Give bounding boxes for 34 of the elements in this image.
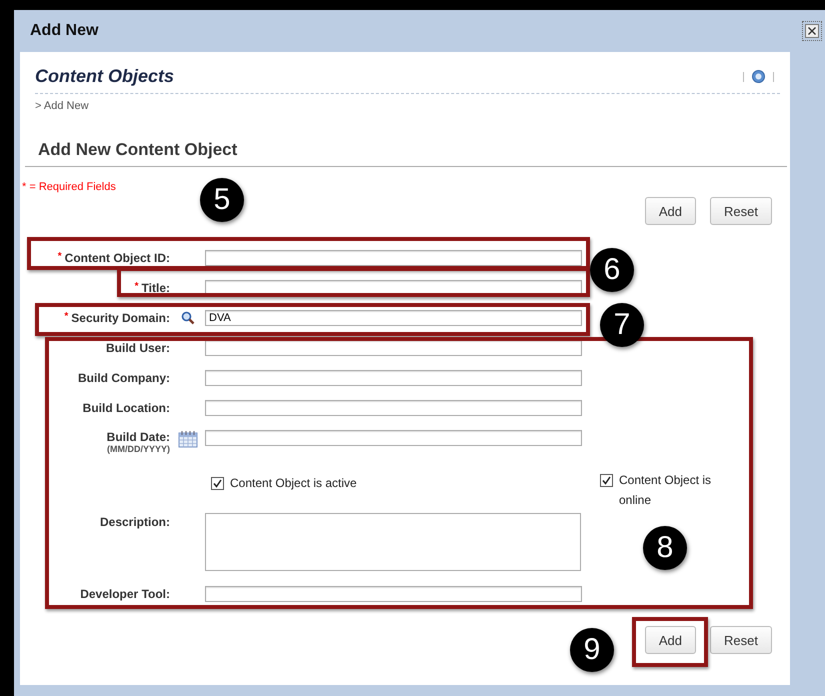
form-button[interactable]: Reset xyxy=(710,197,772,225)
form-button[interactable]: Reset xyxy=(710,626,772,654)
text-field[interactable] xyxy=(205,400,582,416)
field-label: Build Location: xyxy=(82,401,170,415)
text-field[interactable] xyxy=(205,340,582,356)
form-button[interactable]: Add xyxy=(644,626,696,654)
page-title: Content Objects xyxy=(35,66,174,87)
text-field[interactable] xyxy=(205,370,582,386)
section-heading: Add New Content Object xyxy=(25,140,787,167)
field-label: Description: xyxy=(100,515,170,529)
date-field[interactable] xyxy=(205,430,582,446)
close-icon[interactable] xyxy=(805,24,819,38)
form-button[interactable]: Add xyxy=(644,197,696,225)
text-field[interactable] xyxy=(205,250,582,266)
help-icon[interactable] xyxy=(752,70,765,83)
field-label: * Title: xyxy=(134,281,170,295)
text-field[interactable] xyxy=(205,586,582,602)
date-format-hint: (MM/DD/YYYY) xyxy=(107,444,170,454)
dialog-title: Add New xyxy=(30,22,98,40)
field-label: * Content Object ID: xyxy=(58,251,170,265)
search-icon[interactable] xyxy=(180,311,194,325)
calendar-icon[interactable] xyxy=(178,430,198,448)
field-label: Build Date: xyxy=(106,430,170,444)
text-field[interactable]: DVA xyxy=(205,310,582,326)
breadcrumb: > Add New xyxy=(35,100,90,112)
required-note: * = Required Fields xyxy=(22,181,117,193)
checkbox[interactable] xyxy=(211,476,224,490)
field-label: Developer Tool: xyxy=(80,586,170,600)
checkbox[interactable] xyxy=(600,474,613,487)
field-label: Build Company: xyxy=(78,371,170,385)
checkbox-label: Content Object is online xyxy=(619,472,712,509)
field-label: * Security Domain: xyxy=(64,311,170,325)
checkbox-label: Content Object is active xyxy=(230,476,357,490)
field-label: Build User: xyxy=(106,341,170,355)
